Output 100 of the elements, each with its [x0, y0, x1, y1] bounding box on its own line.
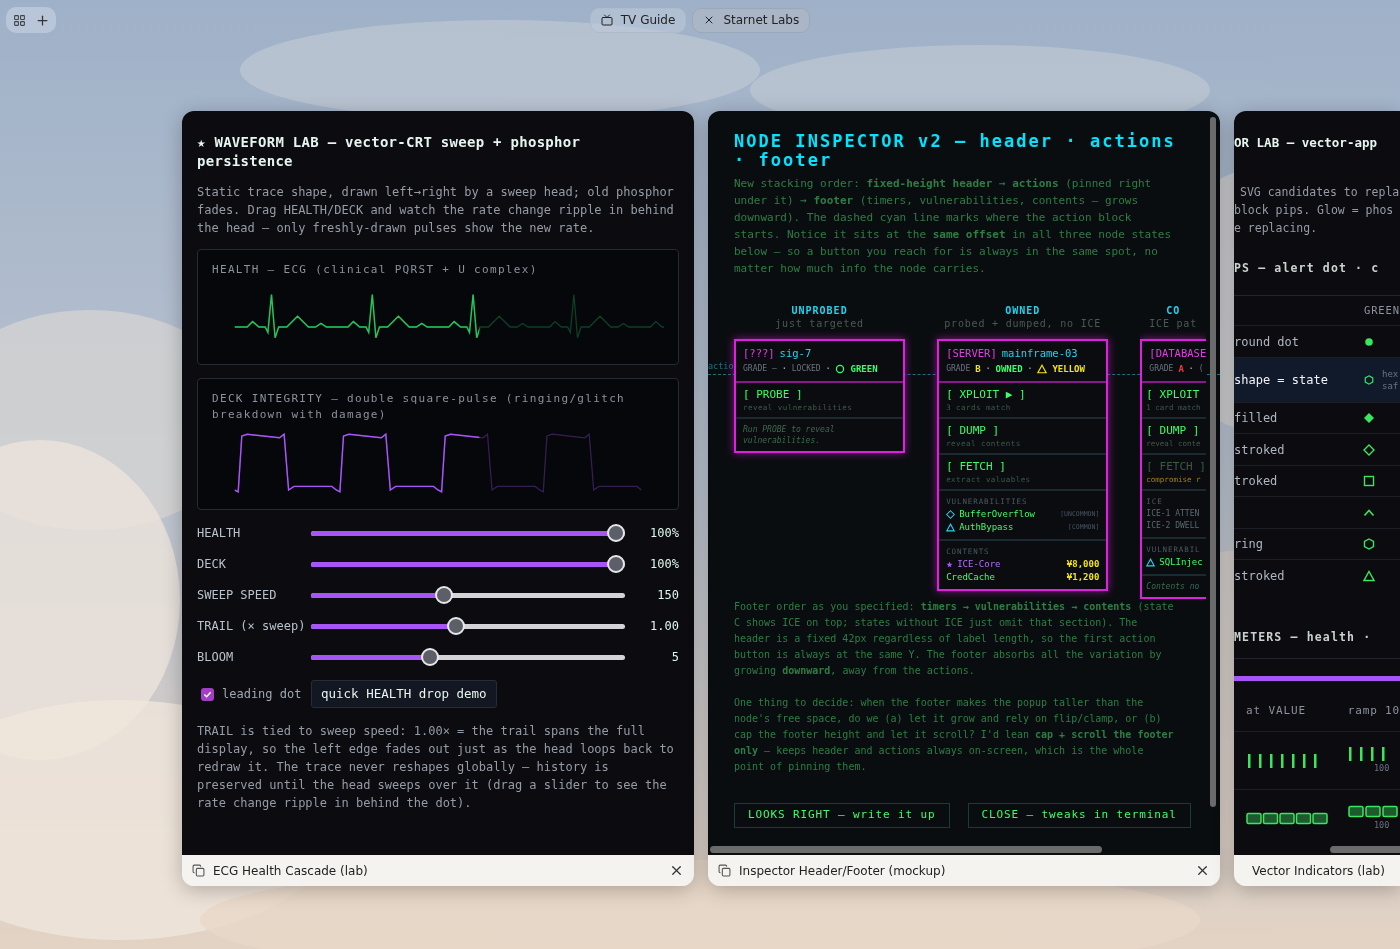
slider-label: DECK — [197, 556, 227, 573]
description-line: block pips. Glow = phos — [1234, 202, 1395, 219]
node-type: [SERVER] — [946, 346, 997, 361]
slider-value: 100% — [649, 556, 679, 573]
meta-text: OWNED — [995, 363, 1023, 376]
demo-button[interactable]: quick HEALTH drop demo — [311, 680, 497, 708]
content-name: ICE-Core — [957, 558, 1001, 571]
content-name: CredCache — [946, 571, 995, 584]
indicator-row[interactable]: stroked — [1234, 433, 1400, 465]
column-header: ramp — [1347, 702, 1379, 719]
column-header: 10 — [1385, 702, 1400, 719]
slider-value: 5 — [670, 649, 679, 666]
row-label: stroked — [1234, 441, 1286, 459]
vertical-scrollbar[interactable] — [1210, 117, 1216, 807]
note-text: TRAIL is tied to sweep speed: 1.00× = the trail spans the full display, so the left edge fades out just as the head loops back to redraw it. The trace never reshapes globally — history is preserved until the head sweeps over it (drag a slider to see the rate change ripple in behind the dot). — [197, 723, 675, 812]
slider[interactable] — [311, 524, 625, 542]
tab[interactable]: Starnet Labs — [692, 7, 811, 33]
block-meter-icon — [1348, 805, 1400, 820]
section-note: Run PROBE to reveal vulnerabilities. — [743, 424, 836, 446]
close-button[interactable] — [669, 863, 684, 878]
square-icon — [1363, 475, 1375, 487]
diamond-filled-icon — [1363, 412, 1375, 424]
meta-text: GREEN — [850, 363, 878, 376]
panel-title: NODE INSPECTOR v2 — header · actions · footer — [734, 132, 1177, 170]
column-subheading: probed + dumped, no ICE — [944, 317, 1102, 330]
description-line: e replacing. — [1234, 220, 1319, 237]
slider-label: TRAIL (× sweep) — [197, 618, 307, 635]
tab[interactable]: TV Guide — [589, 7, 687, 33]
slider[interactable] — [311, 648, 625, 666]
slider-thumb[interactable] — [447, 617, 466, 635]
action-button[interactable]: CLOSE — tweaks in terminal — [967, 803, 1191, 828]
ice-entry: ICE-1 ATTEN — [1146, 508, 1201, 520]
dot-icon — [1364, 336, 1374, 347]
node-type: [DATABASE — [1149, 346, 1206, 361]
slider[interactable] — [311, 586, 625, 604]
horizontal-scrollbar[interactable] — [710, 846, 1102, 853]
section-heading: PS — alert dot · c — [1234, 260, 1381, 277]
row-label: shape = state — [1234, 371, 1329, 389]
window-title: Vector Indicators (lab) — [1252, 862, 1385, 880]
horizontal-scrollbar[interactable] — [1330, 846, 1400, 853]
meta-text: GRADE — [946, 363, 971, 375]
window-title: Inspector Header/Footer (mockup) — [739, 862, 946, 880]
column-heading: UNPROBED — [791, 305, 848, 317]
vulnerability-name: BufferOverflow — [959, 508, 1035, 521]
ring-icon — [835, 364, 846, 374]
scope-label: DECK INTEGRITY — double square-pulse (ringing/glitch breakdown with damage) — [212, 391, 626, 423]
slider-thumb[interactable] — [420, 648, 439, 666]
meta-text: YELLOW — [1052, 363, 1085, 376]
meta-text: B — [975, 363, 981, 376]
block-meter-icon — [1246, 811, 1330, 826]
separator-dot: · — [1027, 363, 1033, 375]
slider-label: HEALTH — [197, 525, 242, 542]
scope-label: HEALTH — ECG (clinical PQRST + U complex) — [212, 262, 539, 278]
column-heading: CO — [1166, 305, 1181, 317]
indicator-row[interactable]: filled — [1234, 401, 1400, 434]
node-name: mainframe-03 — [1001, 346, 1078, 361]
section-note: Contents no — [1146, 581, 1201, 592]
indicator-row[interactable]: troked — [1234, 464, 1400, 497]
indicator-row[interactable]: shape = state hex saf — [1234, 356, 1400, 402]
checkbox[interactable] — [201, 687, 214, 701]
slider[interactable] — [311, 555, 625, 573]
node-type: [???] — [743, 346, 775, 361]
windows-icon — [718, 864, 731, 877]
slider-thumb[interactable] — [435, 586, 454, 604]
separator-dot: · — [825, 363, 831, 375]
windows-icon — [192, 864, 205, 877]
row-label: ring — [1234, 536, 1264, 553]
checkbox-label: leading dot — [222, 686, 302, 703]
separator-dot: · — [985, 363, 991, 375]
content-value: ¥8,000 — [1066, 558, 1100, 571]
hexagon-small-icon — [1364, 374, 1374, 385]
window-title: ECG Health Cascade (lab) — [213, 862, 368, 880]
panel-title: OR LAB — vector-app — [1234, 134, 1378, 152]
meta-text: GRADE — [1149, 363, 1174, 375]
column-heading: OWNED — [1005, 305, 1041, 317]
indicator-row[interactable]: ring — [1234, 527, 1400, 560]
action-button[interactable]: LOOKS RIGHT — write it up — [734, 803, 950, 828]
close-button[interactable] — [1195, 863, 1210, 878]
indicator-row[interactable]: stroked — [1234, 559, 1400, 591]
triangle-icon — [1146, 558, 1156, 567]
node-name: sig-7 — [779, 346, 812, 361]
indicator-row[interactable]: round dot — [1234, 325, 1400, 357]
description-line: SVG candidates to repla — [1239, 184, 1400, 201]
meter-reading: 100 — [1373, 762, 1390, 775]
diamond-icon — [946, 510, 956, 519]
column-header: at VALUE — [1246, 702, 1308, 719]
slider[interactable] — [311, 617, 625, 635]
meta-text: — — [772, 363, 777, 375]
slider-thumb[interactable] — [607, 524, 625, 542]
column-header: GREEN — [1364, 302, 1400, 318]
ice-entry: ICE-2 DWELL — [1146, 520, 1201, 532]
warning-icon — [1037, 364, 1048, 374]
tv-icon — [600, 14, 613, 26]
row-label: troked — [1234, 473, 1279, 490]
explanation-text: One thing to decide: when the footer makes the popup taller than the node's free space, do we (a) let it grow and rely on flip/clamp, or (b) cap the footer height and let it scroll? I'd lean cap + scroll the footer only — keeps header and actions always on-screen, which is the whole point of pinning them. — [734, 696, 1175, 774]
separator-dot: · — [781, 363, 787, 375]
slider-value: 150 — [656, 587, 679, 604]
meta-text: ( — [1198, 363, 1204, 375]
slider-thumb[interactable] — [607, 555, 625, 573]
vulnerability-name: AuthBypass — [959, 521, 1014, 534]
